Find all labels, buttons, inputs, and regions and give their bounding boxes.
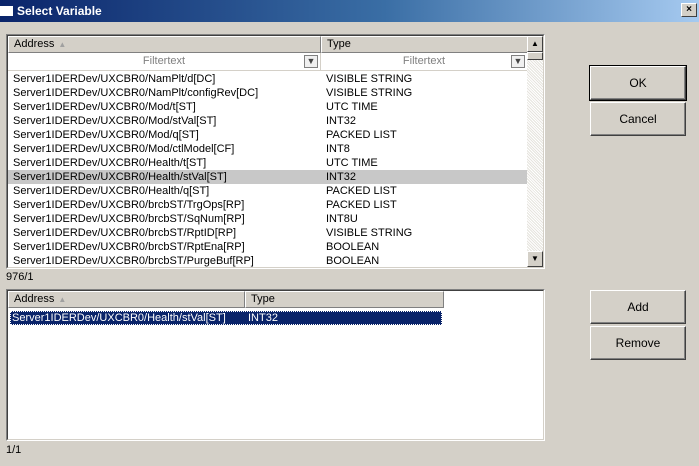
address-cell: Server1IDERDev/UXCBR0/NamPlt/d[DC] [13, 73, 216, 85]
address-cell: Server1IDERDev/UXCBR0/brcbST/SqNum[RP] [13, 213, 245, 225]
table-row[interactable]: Server1IDERDev/UXCBR0/brcbST/RptID[RP] VI… [8, 226, 528, 240]
filter-icon[interactable]: ▼ [304, 55, 318, 68]
column-header-type[interactable]: Type [321, 36, 528, 53]
type-cell: INT8 [326, 143, 350, 155]
column-header-address[interactable]: Address ▲ [8, 36, 321, 53]
scroll-thumb[interactable] [527, 52, 543, 60]
table-row[interactable]: Server1IDERDev/UXCBR0/Mod/q[ST] PACKED LI… [8, 128, 528, 142]
address-cell: Server1IDERDev/UXCBR0/brcbST/PurgeBuf[RP… [13, 255, 254, 267]
selected-column-header-type[interactable]: Type [245, 291, 444, 308]
selected-rows: Server1IDERDev/UXCBR0/Health/stVal[ST] IN… [8, 309, 444, 429]
type-cell: BOOLEAN [326, 241, 380, 253]
variables-table: Address ▲ Type Filtertext ▼ Filtertext ▼… [6, 34, 545, 269]
variables-rows: Server1IDERDev/UXCBR0/NamPlt/d[DC] VISIBL… [8, 72, 528, 267]
selected-table: Address ▲ Type Server1IDERDev/UXCBR0/Hea… [6, 289, 545, 441]
scroll-down-button[interactable]: ▼ [527, 251, 543, 267]
type-cell: VISIBLE STRING [326, 73, 413, 85]
add-button-label: Add [627, 300, 649, 314]
selected-column-header-address[interactable]: Address ▲ [8, 291, 245, 308]
filter-icon[interactable]: ▼ [511, 55, 525, 68]
address-filter-placeholder: Filtertext [142, 55, 186, 67]
sort-icon: ▲ [58, 40, 67, 49]
address-cell: Server1IDERDev/UXCBR0/Mod/stVal[ST] [13, 115, 217, 127]
address-filter-input[interactable]: Filtertext ▼ [8, 53, 321, 71]
type-cell: UTC TIME [326, 157, 378, 169]
type-cell: VISIBLE STRING [326, 227, 413, 239]
table-row[interactable]: Server1IDERDev/UXCBR0/NamPlt/configRev[D… [8, 86, 528, 100]
type-cell: VISIBLE STRING [326, 87, 413, 99]
add-button[interactable]: Add [590, 290, 686, 324]
type-cell: INT32 [326, 115, 356, 127]
title-bar: Select Variable × [0, 0, 699, 22]
remove-button[interactable]: Remove [590, 326, 686, 360]
vertical-scrollbar[interactable]: ▲ ▼ [527, 36, 543, 267]
column-header-address-label: Address [14, 38, 55, 50]
window-icon[interactable] [0, 6, 13, 16]
selected-column-header-address-label: Address [14, 293, 55, 305]
ok-button[interactable]: OK [589, 65, 687, 101]
type-cell: INT32 [326, 171, 356, 183]
remove-button-label: Remove [615, 336, 661, 350]
table-row[interactable]: Server1IDERDev/UXCBR0/Health/q[ST] PACKED… [8, 184, 528, 198]
type-cell: INT32 [248, 312, 278, 324]
type-cell: UTC TIME [326, 101, 378, 113]
address-cell: Server1IDERDev/UXCBR0/Health/t[ST] [13, 157, 207, 169]
selected-table-row[interactable]: Server1IDERDev/UXCBR0/Health/stVal[ST] IN… [10, 311, 442, 325]
address-cell: Server1IDERDev/UXCBR0/Mod/ctlModel[CF] [13, 143, 235, 155]
type-cell: PACKED LIST [326, 199, 397, 211]
table-row[interactable]: Server1IDERDev/UXCBR0/brcbST/RptEna[RP] B… [8, 240, 528, 254]
selected-count: 1/1 [6, 444, 22, 456]
table-row[interactable]: Server1IDERDev/UXCBR0/Health/stVal[ST] IN… [8, 170, 528, 184]
scroll-up-button[interactable]: ▲ [527, 36, 543, 52]
address-cell: Server1IDERDev/UXCBR0/brcbST/TrgOps[RP] [13, 199, 245, 211]
window-title: Select Variable [17, 4, 102, 18]
address-cell: Server1IDERDev/UXCBR0/brcbST/RptEna[RP] [13, 241, 245, 253]
filter-row: Filtertext ▼ Filtertext ▼ [8, 53, 543, 71]
address-cell: Server1IDERDev/UXCBR0/Health/stVal[ST] [13, 171, 227, 183]
table-row[interactable]: Server1IDERDev/UXCBR0/NamPlt/d[DC] VISIBL… [8, 72, 528, 86]
table-row[interactable]: Server1IDERDev/UXCBR0/brcbST/SqNum[RP] IN… [8, 212, 528, 226]
type-cell: PACKED LIST [326, 185, 397, 197]
type-cell: BOOLEAN [326, 255, 380, 267]
table-row[interactable]: Server1IDERDev/UXCBR0/brcbST/TrgOps[RP] P… [8, 198, 528, 212]
address-cell: Server1IDERDev/UXCBR0/Mod/t[ST] [13, 101, 196, 113]
close-button[interactable]: × [681, 3, 697, 17]
table-row[interactable]: Server1IDERDev/UXCBR0/Mod/ctlModel[CF] IN… [8, 142, 528, 156]
table-row[interactable]: Server1IDERDev/UXCBR0/brcbST/PurgeBuf[RP… [8, 254, 528, 267]
type-filter-placeholder: Filtertext [402, 55, 446, 67]
address-cell: Server1IDERDev/UXCBR0/Mod/q[ST] [13, 129, 199, 141]
type-cell: INT8U [326, 213, 358, 225]
table-row[interactable]: Server1IDERDev/UXCBR0/Health/t[ST] UTC TI… [8, 156, 528, 170]
cancel-button-label: Cancel [619, 112, 657, 126]
column-header-type-label: Type [327, 38, 351, 50]
variables-count: 976/1 [6, 271, 34, 283]
address-cell: Server1IDERDev/UXCBR0/NamPlt/configRev[D… [13, 87, 259, 99]
address-cell: Server1IDERDev/UXCBR0/brcbST/RptID[RP] [13, 227, 237, 239]
selected-column-header-type-label: Type [251, 293, 275, 305]
ok-button-label: OK [629, 76, 647, 90]
table-row[interactable]: Server1IDERDev/UXCBR0/Mod/t[ST] UTC TIME [8, 100, 528, 114]
type-cell: PACKED LIST [326, 129, 397, 141]
type-filter-input[interactable]: Filtertext ▼ [321, 53, 528, 71]
sort-icon: ▲ [58, 295, 67, 304]
address-cell: Server1IDERDev/UXCBR0/Health/stVal[ST] [12, 312, 226, 324]
table-row[interactable]: Server1IDERDev/UXCBR0/Mod/stVal[ST] INT32 [8, 114, 528, 128]
cancel-button[interactable]: Cancel [590, 102, 686, 136]
address-cell: Server1IDERDev/UXCBR0/Health/q[ST] [13, 185, 210, 197]
